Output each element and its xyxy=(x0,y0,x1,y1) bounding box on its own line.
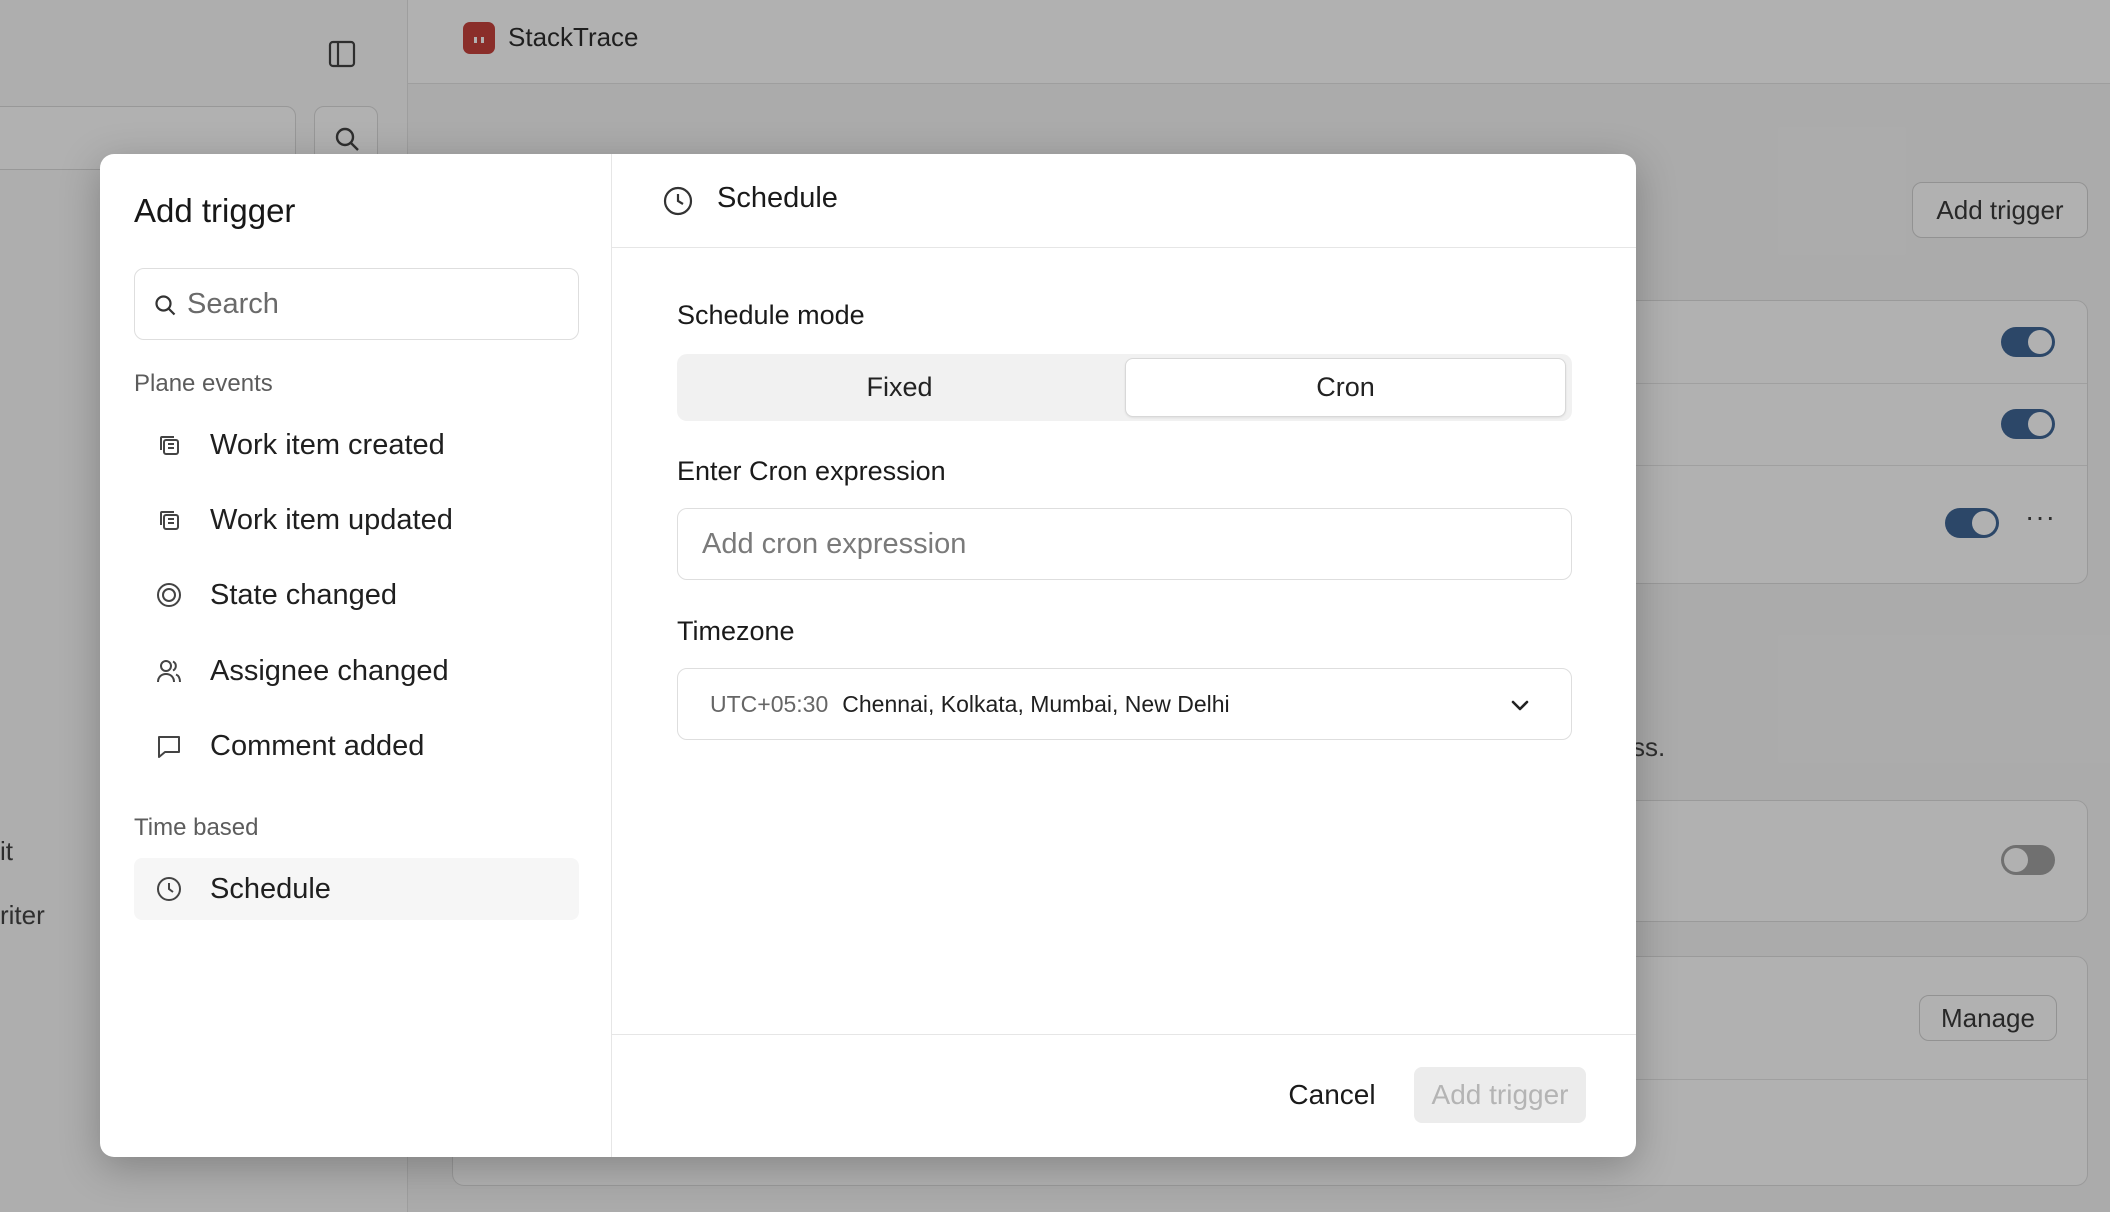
section-label-time-based: Time based xyxy=(134,814,259,841)
timezone-cities: Chennai, Kolkata, Mumbai, New Delhi xyxy=(842,690,1230,717)
trigger-list-panel: Add trigger Plane events Work item creat… xyxy=(100,154,612,1157)
mode-fixed-button[interactable]: Fixed xyxy=(679,358,1120,417)
state-icon xyxy=(154,580,184,610)
search-input[interactable] xyxy=(187,279,567,329)
schedule-mode-toggle: Fixed Cron xyxy=(677,354,1572,421)
add-trigger-submit-button[interactable]: Add trigger xyxy=(1414,1067,1586,1123)
trigger-item-work-item-updated[interactable]: Work item updated xyxy=(134,489,579,551)
trigger-item-assignee-changed[interactable]: Assignee changed xyxy=(134,640,579,702)
timezone-select[interactable]: UTC+05:30 Chennai, Kolkata, Mumbai, New … xyxy=(677,668,1572,740)
clock-icon xyxy=(663,186,693,216)
trigger-item-schedule[interactable]: Schedule xyxy=(134,858,579,920)
schedule-mode-label: Schedule mode xyxy=(677,300,865,330)
clock-icon xyxy=(154,874,184,904)
users-icon xyxy=(154,656,184,686)
cron-expression-label: Enter Cron expression xyxy=(677,456,946,486)
modal-title: Add trigger xyxy=(134,192,296,229)
section-label-plane-events: Plane events xyxy=(134,370,273,397)
trigger-item-work-item-created[interactable]: Work item created xyxy=(134,414,579,476)
add-trigger-modal: Add trigger Plane events Work item creat… xyxy=(100,154,1636,1157)
trigger-item-state-changed[interactable]: State changed xyxy=(134,564,579,626)
timezone-label: Timezone xyxy=(677,616,795,646)
trigger-config-panel: Schedule Schedule mode Fixed Cron Enter … xyxy=(612,154,1636,1157)
timezone-offset: UTC+05:30 xyxy=(710,690,829,717)
work-items-icon xyxy=(154,505,184,535)
config-title: Schedule xyxy=(717,182,838,214)
cron-expression-input[interactable] xyxy=(677,508,1572,580)
modal-footer: Cancel Add trigger xyxy=(612,1034,1636,1157)
trigger-search[interactable] xyxy=(134,268,579,340)
config-header: Schedule xyxy=(612,154,1636,248)
work-items-icon xyxy=(154,430,184,460)
trigger-item-comment-added[interactable]: Comment added xyxy=(134,715,579,777)
chevron-down-icon xyxy=(1511,700,1529,711)
search-icon xyxy=(155,295,176,316)
mode-cron-button[interactable]: Cron xyxy=(1125,358,1566,417)
comment-icon xyxy=(154,731,184,761)
cancel-button[interactable]: Cancel xyxy=(1268,1067,1396,1123)
